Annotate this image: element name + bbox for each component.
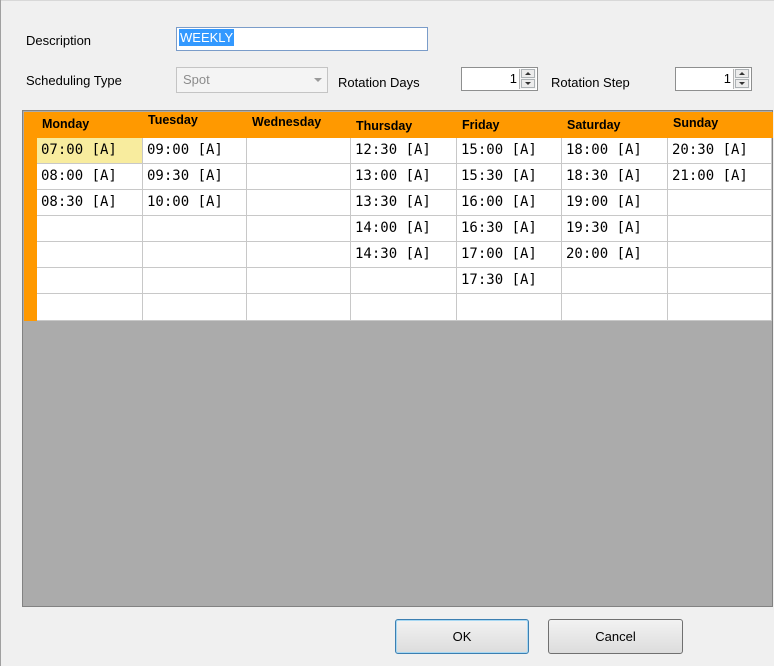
grid-cell[interactable]: 16:00 [A]: [457, 190, 562, 216]
column-header-tuesday[interactable]: Tuesday: [144, 112, 248, 138]
rotation-days-label: Rotation Days: [338, 75, 420, 90]
grid-cell[interactable]: 13:00 [A]: [351, 164, 457, 190]
grid-cell[interactable]: 18:30 [A]: [562, 164, 668, 190]
grid-header-row: Monday Tuesday Wednesday Thursday Friday Satu…: [24, 112, 773, 138]
column-header-thursday[interactable]: Thursday: [352, 112, 458, 138]
rotation-step-spin-buttons: [733, 69, 750, 89]
grid-cell[interactable]: 08:00 [A]: [37, 164, 143, 190]
grid-cell[interactable]: [457, 294, 562, 321]
grid-cell[interactable]: [37, 294, 143, 321]
grid-cell[interactable]: 20:00 [A]: [562, 242, 668, 268]
grid-cell[interactable]: [562, 268, 668, 294]
grid-cell[interactable]: [668, 216, 772, 242]
column-header-wednesday[interactable]: Wednesday: [248, 112, 352, 138]
grid-cell[interactable]: [37, 268, 143, 294]
grid-cell[interactable]: [143, 268, 247, 294]
grid-cell[interactable]: 14:00 [A]: [351, 216, 457, 242]
grid-cells: 07:00 [A] 09:00 [A] 12:30 [A] 15:00 [A] 18:0…: [37, 138, 772, 321]
grid-cell[interactable]: [351, 268, 457, 294]
spin-down-icon[interactable]: [521, 79, 535, 88]
grid-cell[interactable]: 16:30 [A]: [457, 216, 562, 242]
grid-cell[interactable]: [247, 242, 351, 268]
grid-cell[interactable]: 09:00 [A]: [143, 138, 247, 164]
column-header-friday[interactable]: Friday: [458, 112, 563, 138]
grid-cell[interactable]: 19:30 [A]: [562, 216, 668, 242]
column-header-sunday[interactable]: Sunday: [669, 112, 773, 138]
rotation-days-stepper[interactable]: 1: [461, 67, 538, 91]
grid-cell[interactable]: 21:00 [A]: [668, 164, 772, 190]
column-header-monday[interactable]: Monday: [38, 112, 144, 138]
grid-cell[interactable]: [247, 294, 351, 321]
rotation-step-label: Rotation Step: [551, 75, 630, 90]
grid-cell[interactable]: [668, 268, 772, 294]
row-header-column: [24, 138, 37, 321]
grid-cell[interactable]: [668, 294, 772, 321]
grid-cell[interactable]: 08:30 [A]: [37, 190, 143, 216]
grid-cell[interactable]: [247, 216, 351, 242]
spin-up-icon[interactable]: [521, 69, 535, 78]
grid-cell[interactable]: 20:30 [A]: [668, 138, 772, 164]
grid-cell[interactable]: 09:30 [A]: [143, 164, 247, 190]
grid-cell[interactable]: 14:30 [A]: [351, 242, 457, 268]
grid-cell[interactable]: 07:00 [A]: [37, 138, 143, 164]
chevron-down-icon: [314, 78, 322, 82]
spin-down-icon[interactable]: [735, 79, 749, 88]
rotation-days-value: 1: [509, 71, 517, 86]
grid-cell[interactable]: [668, 242, 772, 268]
grid-cell[interactable]: [143, 216, 247, 242]
grid-cell[interactable]: 19:00 [A]: [562, 190, 668, 216]
rotation-days-spin-buttons: [519, 69, 536, 89]
grid-cell[interactable]: 17:00 [A]: [457, 242, 562, 268]
window-left-edge: [0, 0, 1, 666]
grid-cell[interactable]: [143, 242, 247, 268]
description-input[interactable]: WEEKLY: [176, 27, 428, 51]
grid-cell[interactable]: [668, 190, 772, 216]
grid-cell[interactable]: [247, 164, 351, 190]
grid-cell[interactable]: [351, 294, 457, 321]
rotation-step-stepper[interactable]: 1: [675, 67, 752, 91]
grid-cell[interactable]: 17:30 [A]: [457, 268, 562, 294]
grid-cell[interactable]: [37, 242, 143, 268]
scheduling-type-select[interactable]: Spot: [176, 67, 328, 93]
column-header-saturday[interactable]: Saturday: [563, 112, 669, 138]
scheduling-type-value: Spot: [183, 72, 210, 87]
grid-cell[interactable]: 15:00 [A]: [457, 138, 562, 164]
rotation-step-value: 1: [723, 71, 731, 86]
grid-cell[interactable]: [247, 268, 351, 294]
grid-cell[interactable]: [247, 190, 351, 216]
grid-cell[interactable]: 10:00 [A]: [143, 190, 247, 216]
grid-cell[interactable]: 15:30 [A]: [457, 164, 562, 190]
scheduling-type-label: Scheduling Type: [26, 73, 122, 88]
grid-cell[interactable]: 18:00 [A]: [562, 138, 668, 164]
spin-up-icon[interactable]: [735, 69, 749, 78]
description-value: WEEKLY: [179, 29, 235, 46]
window-top-edge: [0, 0, 774, 1]
grid-cell[interactable]: [247, 138, 351, 164]
cancel-button[interactable]: Cancel: [548, 619, 683, 654]
ok-button[interactable]: OK: [395, 619, 529, 654]
grid-cell[interactable]: 13:30 [A]: [351, 190, 457, 216]
grid-cell[interactable]: [143, 294, 247, 321]
grid-cell[interactable]: [37, 216, 143, 242]
schedule-grid[interactable]: Monday Tuesday Wednesday Thursday Friday Satu…: [22, 110, 773, 607]
grid-cell[interactable]: [562, 294, 668, 321]
grid-cell[interactable]: 12:30 [A]: [351, 138, 457, 164]
description-label: Description: [26, 33, 92, 48]
